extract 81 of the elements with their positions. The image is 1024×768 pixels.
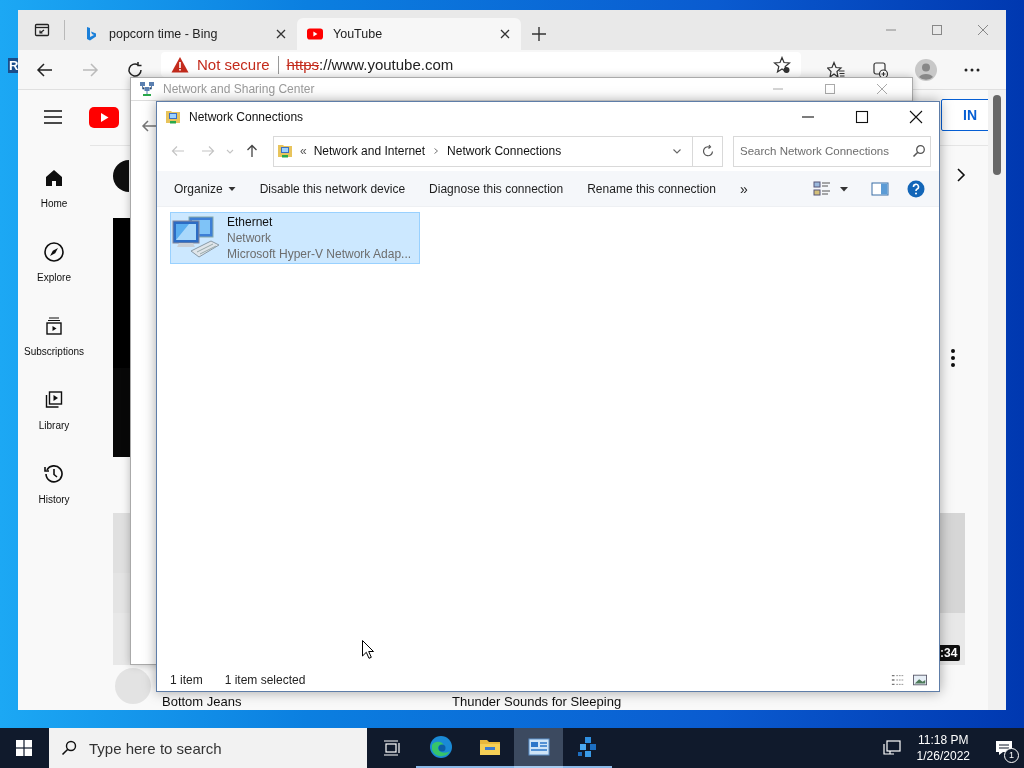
window-title: Network Connections [189, 109, 304, 124]
command-button[interactable]: Disable this network device [250, 177, 415, 200]
sidebar-item[interactable]: Subscriptions [18, 298, 90, 372]
search-icon [912, 143, 926, 158]
tab-actions-icon[interactable] [34, 22, 50, 38]
dropdown-icon[interactable] [672, 146, 682, 156]
close-icon[interactable] [909, 109, 923, 124]
search-icon [61, 740, 77, 756]
video-title[interactable]: Bottom Jeans [162, 694, 242, 709]
back-icon[interactable] [36, 60, 54, 79]
breadcrumb-item[interactable]: Network Connections [447, 144, 562, 158]
task-view-icon [382, 739, 401, 757]
item-count: 1 item [170, 673, 203, 687]
large-icons-view-icon[interactable] [913, 673, 927, 687]
caret-icon [227, 184, 236, 193]
search-field[interactable]: Search Network Connections [733, 135, 931, 167]
window-title: Network and Sharing Center [163, 82, 315, 96]
clock[interactable]: 11:18 PM 1/26/2022 [916, 732, 970, 764]
address-bar[interactable]: Not secure https://www.youtube.com [161, 52, 801, 77]
taskbar-search-field[interactable]: Type here to search [49, 728, 367, 768]
view-options-icon[interactable] [813, 179, 831, 198]
breadcrumb-item[interactable]: Network and Internet [313, 144, 426, 158]
favorites-icon[interactable] [827, 60, 845, 79]
selection-count: 1 item selected [224, 673, 306, 687]
history-icon [42, 462, 66, 486]
sidebar-label: Explore [37, 272, 71, 283]
video-title[interactable]: Thunder Sounds for Sleeping [452, 694, 622, 709]
control-panel-icon [526, 735, 551, 759]
mouse-cursor-icon [362, 640, 374, 659]
sidebar-item[interactable]: History [18, 446, 90, 520]
sidebar-label: Home [40, 198, 68, 209]
browser-tab[interactable]: YouTube [297, 18, 521, 50]
network-folder-icon [277, 143, 293, 159]
warning-icon [171, 55, 189, 74]
maximize-icon[interactable] [855, 109, 869, 124]
sidebar-label: Library [38, 420, 70, 431]
youtube-icon [307, 26, 323, 42]
breadcrumb-overflow[interactable]: « [300, 144, 307, 158]
scrollbar-thumb[interactable] [993, 95, 1001, 175]
browser-tab[interactable]: popcorn time - Bing [73, 18, 297, 50]
connection-name: Ethernet [227, 214, 274, 230]
sidebar-label: History [38, 494, 70, 505]
browser-icon [428, 735, 453, 759]
command-button[interactable]: Rename this connection [578, 177, 725, 200]
network-status-icon[interactable] [882, 739, 901, 757]
sidebar-label: Subscriptions [24, 346, 84, 357]
refresh-icon [700, 144, 715, 158]
add-favorite-icon[interactable] [773, 55, 791, 74]
connection-item[interactable]: Ethernet Network Microsoft Hyper-V Network Adap... [170, 212, 420, 264]
sidebar-item[interactable]: Explore [18, 224, 90, 298]
chip[interactable] [113, 160, 129, 192]
details-view-icon[interactable] [891, 673, 905, 687]
new-tab-icon[interactable] [531, 26, 547, 42]
profile-icon[interactable] [915, 58, 937, 81]
taskbar-app-button[interactable] [514, 728, 563, 768]
more-commands-button[interactable]: » [730, 176, 757, 201]
more-vertical-icon[interactable] [950, 348, 956, 368]
up-icon[interactable] [245, 144, 259, 158]
close-tab-icon[interactable] [275, 28, 287, 40]
sign-in-button[interactable]: IN [941, 99, 990, 131]
url-text: https://www.youtube.com [286, 56, 454, 73]
reload-icon[interactable] [126, 60, 144, 79]
sidebar-item[interactable]: Library [18, 372, 90, 446]
network-folder-icon [165, 108, 181, 125]
notification-badge: 1 [1004, 748, 1019, 763]
command-button[interactable]: Diagnose this connection [420, 177, 573, 200]
close-tab-icon[interactable] [499, 28, 511, 40]
device-name: Microsoft Hyper-V Network Adap... [227, 246, 412, 262]
security-label: Not secure [197, 56, 270, 73]
organize-menu[interactable]: Organize [165, 177, 245, 200]
sidebar-item[interactable]: Home [18, 150, 90, 224]
refresh-button[interactable] [693, 135, 723, 167]
windows-start-icon[interactable] [16, 740, 32, 756]
address-field[interactable]: « Network and Internet Network Connections [273, 135, 693, 167]
compass-icon [42, 240, 66, 264]
connection-status: Network [227, 230, 272, 246]
help-icon[interactable] [907, 179, 925, 198]
notifications-button[interactable]: 1 [984, 728, 1024, 768]
youtube-logo-icon[interactable] [89, 107, 119, 128]
network-icon [139, 81, 155, 97]
preview-pane-icon[interactable] [871, 179, 889, 198]
